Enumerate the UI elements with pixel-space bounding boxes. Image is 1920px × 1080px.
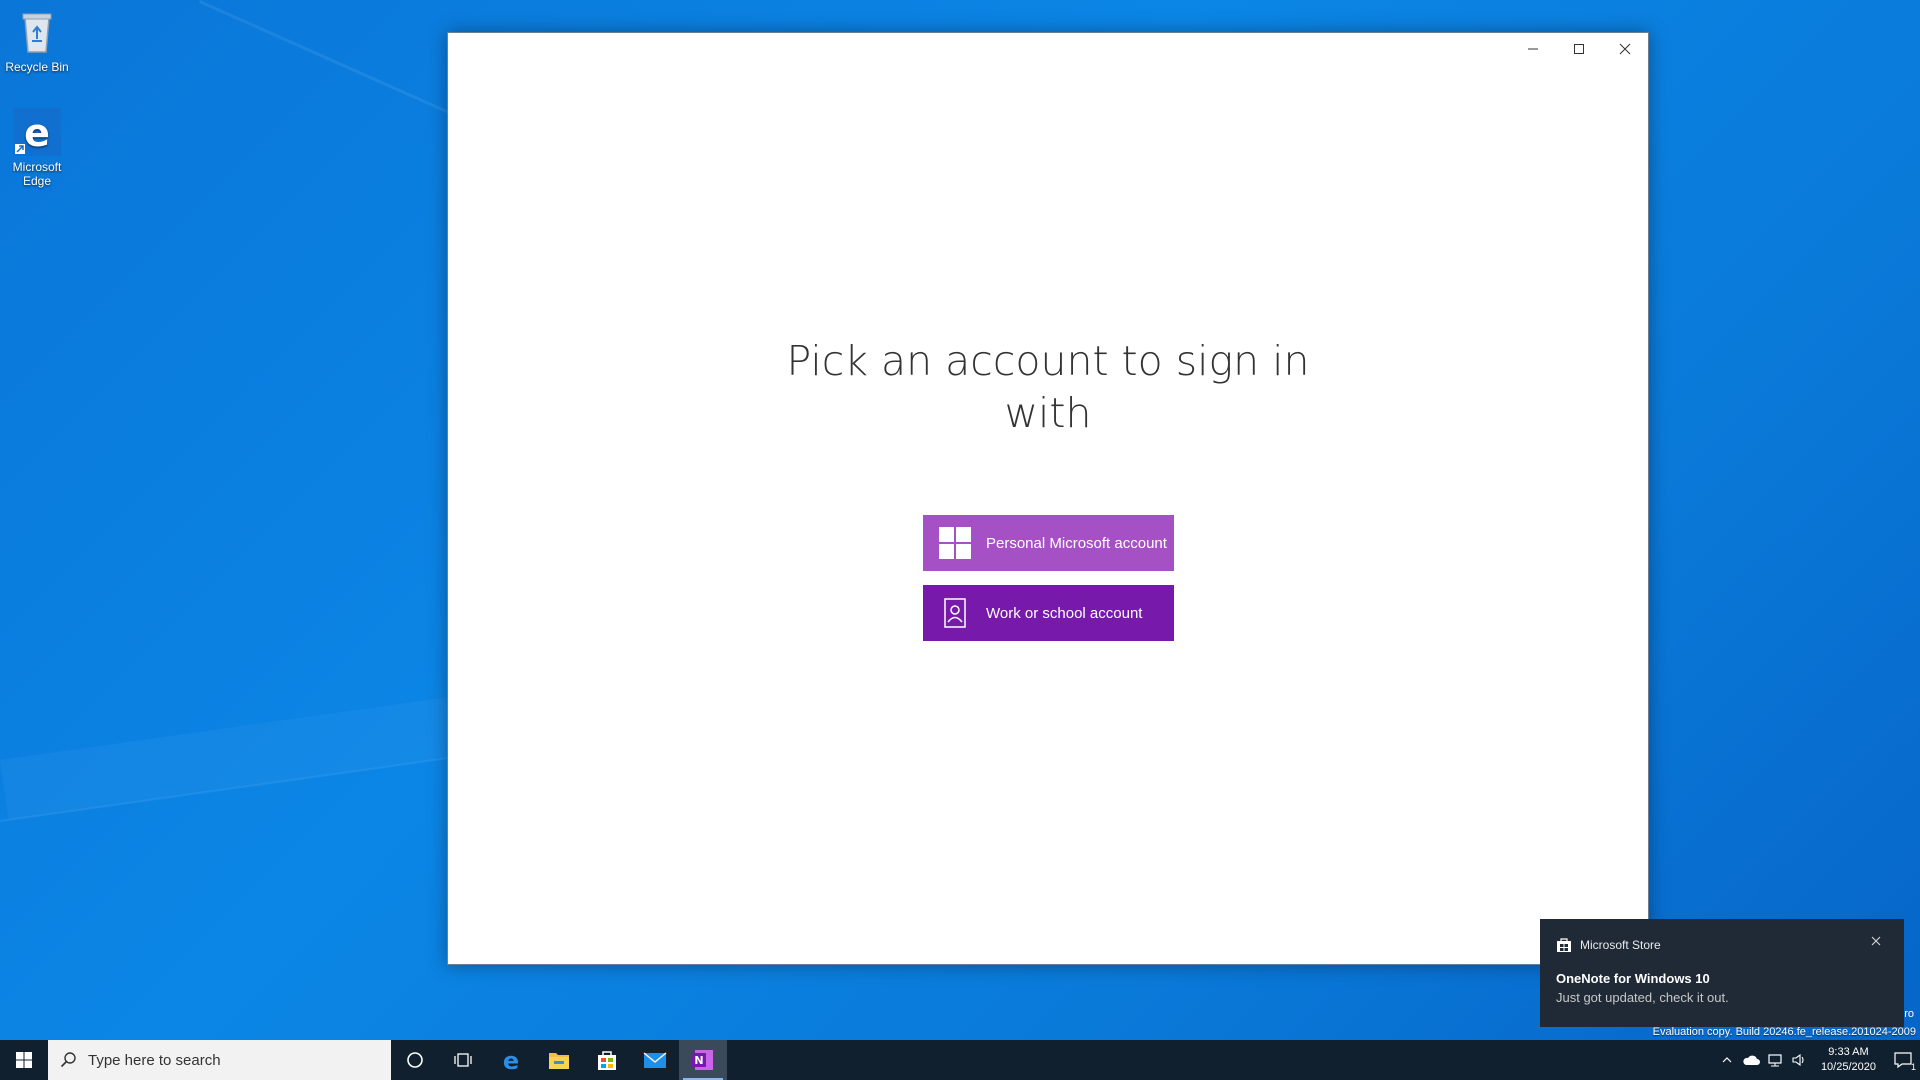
toast-body: Just got updated, check it out.	[1556, 990, 1729, 1005]
chevron-up-icon	[1722, 1057, 1732, 1063]
network-icon	[1768, 1054, 1782, 1067]
minimize-button[interactable]	[1510, 33, 1556, 65]
window-controls	[1510, 33, 1648, 65]
desktop-icon-recycle-bin[interactable]: Recycle Bin	[4, 8, 70, 74]
clock-time: 9:33 AM	[1828, 1046, 1869, 1058]
taskbar-search-box[interactable]: Type here to search	[48, 1040, 391, 1080]
minimize-icon	[1528, 48, 1538, 50]
toast-title: OneNote for Windows 10	[1556, 971, 1710, 986]
signin-heading: Pick an account to sign in with	[786, 337, 1310, 437]
file-explorer-icon	[549, 1053, 569, 1069]
taskbar: Type here to search e N 9:33 AM 10/25/20…	[0, 1040, 1920, 1080]
personal-account-label: Personal Microsoft account	[986, 534, 1167, 552]
store-notification-toast[interactable]: Microsoft Store OneNote for Windows 10 J…	[1540, 919, 1904, 1027]
mail-icon	[643, 1052, 667, 1068]
taskbar-mail[interactable]	[631, 1040, 679, 1080]
store-icon	[1557, 938, 1571, 952]
search-icon	[60, 1051, 78, 1069]
notification-icon	[1894, 1052, 1912, 1068]
store-icon	[598, 1051, 616, 1070]
start-button[interactable]	[0, 1040, 48, 1080]
network-button[interactable]	[1763, 1040, 1787, 1080]
onenote-signin-window: Pick an account to sign in with Personal…	[447, 32, 1649, 965]
cortana-icon	[407, 1052, 423, 1068]
search-placeholder: Type here to search	[88, 1051, 221, 1069]
onedrive-button[interactable]	[1739, 1040, 1763, 1080]
action-center-button[interactable]: 1	[1886, 1040, 1920, 1080]
evaluation-watermark: Evaluation copy. Build 20246.fe_release.…	[1652, 1026, 1916, 1038]
notification-count: 1	[1910, 1062, 1916, 1072]
show-hidden-icons-button[interactable]	[1715, 1040, 1739, 1080]
cloud-icon	[1743, 1055, 1760, 1065]
svg-text:e: e	[24, 111, 50, 155]
onenote-icon: N	[692, 1050, 713, 1070]
taskbar-clock[interactable]: 9:33 AM 10/25/2020	[1811, 1045, 1886, 1075]
toast-close-button[interactable]	[1868, 933, 1884, 949]
cortana-button[interactable]	[391, 1040, 439, 1080]
volume-button[interactable]	[1787, 1040, 1811, 1080]
watermark-edge-text: ro	[1904, 1008, 1914, 1020]
edge-icon: e	[13, 108, 61, 156]
close-button[interactable]	[1602, 33, 1648, 65]
person-badge-icon	[939, 597, 971, 629]
maximize-icon	[1574, 44, 1584, 54]
toast-app-header: Microsoft Store	[1556, 937, 1661, 953]
work-account-button[interactable]: Work or school account	[923, 585, 1174, 641]
edge-icon: e	[503, 1048, 519, 1072]
taskbar-onenote[interactable]: N	[679, 1040, 727, 1080]
volume-icon	[1792, 1053, 1804, 1067]
taskbar-edge[interactable]: e	[487, 1040, 535, 1080]
personal-account-button[interactable]: Personal Microsoft account	[923, 515, 1174, 571]
taskbar-file-explorer[interactable]	[535, 1040, 583, 1080]
work-account-label: Work or school account	[986, 604, 1143, 622]
recycle-bin-icon	[13, 8, 61, 56]
task-view-button[interactable]	[439, 1040, 487, 1080]
windows-logo-icon	[939, 527, 971, 559]
toast-app-name: Microsoft Store	[1580, 938, 1661, 952]
svg-text:N: N	[694, 1054, 703, 1067]
edge-label: Microsoft Edge	[12, 160, 62, 188]
desktop-icon-edge[interactable]: e Microsoft Edge	[4, 108, 70, 188]
close-icon	[1871, 936, 1881, 946]
task-view-icon	[454, 1053, 472, 1067]
svg-text:e: e	[503, 1048, 519, 1072]
windows-start-icon	[16, 1052, 32, 1068]
close-icon	[1619, 43, 1631, 55]
clock-date: 10/25/2020	[1820, 1061, 1876, 1073]
taskbar-store[interactable]	[583, 1040, 631, 1080]
recycle-bin-label: Recycle Bin	[5, 60, 69, 74]
maximize-button[interactable]	[1556, 33, 1602, 65]
system-tray: 9:33 AM 10/25/2020 1	[1715, 1040, 1920, 1080]
